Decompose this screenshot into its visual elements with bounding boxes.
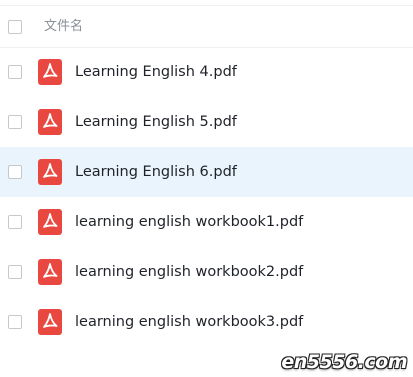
top-divider [0,5,413,6]
file-name[interactable]: Learning English 6.pdf [75,161,237,183]
file-row[interactable]: learning english workbook2.pdf [0,247,413,297]
watermark: en5556.com [281,351,407,373]
column-header-filename[interactable]: 文件名 [44,17,83,37]
pdf-icon [38,59,62,85]
file-name[interactable]: Learning English 4.pdf [75,61,237,83]
file-row[interactable]: learning english workbook1.pdf [0,197,413,247]
file-row[interactable]: Learning English 5.pdf [0,97,413,147]
pdf-icon [38,159,62,185]
row-checkbox[interactable] [8,115,22,129]
row-checkbox[interactable] [8,65,22,79]
file-list: Learning English 4.pdf Learning English … [0,47,413,347]
file-name[interactable]: learning english workbook1.pdf [75,211,303,233]
pdf-icon [38,209,62,235]
select-all-checkbox[interactable] [8,20,22,34]
file-row[interactable]: learning english workbook3.pdf [0,297,413,347]
pdf-icon [38,309,62,335]
file-row-selected[interactable]: Learning English 6.pdf [0,147,413,197]
row-checkbox[interactable] [8,315,22,329]
file-name[interactable]: Learning English 5.pdf [75,111,237,133]
row-checkbox[interactable] [8,215,22,229]
file-browser: 文件名 Learning English 4.pdf Learning Engl… [0,0,413,377]
file-row[interactable]: Learning English 4.pdf [0,47,413,97]
file-name[interactable]: learning english workbook3.pdf [75,311,303,333]
file-name[interactable]: learning english workbook2.pdf [75,261,303,283]
file-list-header: 文件名 [0,7,413,48]
row-checkbox[interactable] [8,165,22,179]
pdf-icon [38,259,62,285]
row-checkbox[interactable] [8,265,22,279]
pdf-icon [38,109,62,135]
